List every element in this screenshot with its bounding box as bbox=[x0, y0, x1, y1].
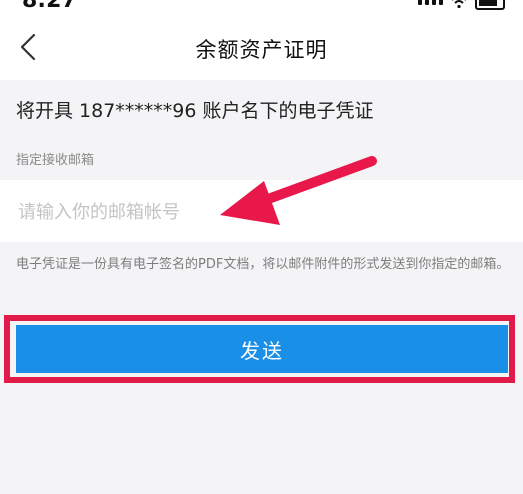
status-bar: 8:27 bbox=[0, 0, 523, 14]
pointer-arrow-icon bbox=[220, 156, 377, 225]
nav-bar: 余额资产证明 bbox=[0, 14, 523, 80]
email-field-label: 指定接收邮箱 bbox=[16, 153, 95, 168]
status-icons bbox=[418, 0, 505, 10]
page-title: 余额资产证明 bbox=[195, 38, 328, 62]
send-button[interactable]: 发送 bbox=[16, 325, 508, 373]
status-time: 8:27 bbox=[22, 0, 77, 13]
signal-icon bbox=[418, 0, 443, 5]
account-statement: 将开具 187******96 账户名下的电子凭证 bbox=[16, 100, 374, 122]
help-text: 电子凭证是一份具有电子签名的PDF文档，将以邮件附件的形式发送到你指定的邮箱。 bbox=[16, 257, 510, 272]
wifi-icon bbox=[452, 0, 466, 9]
battery-icon bbox=[475, 0, 505, 10]
